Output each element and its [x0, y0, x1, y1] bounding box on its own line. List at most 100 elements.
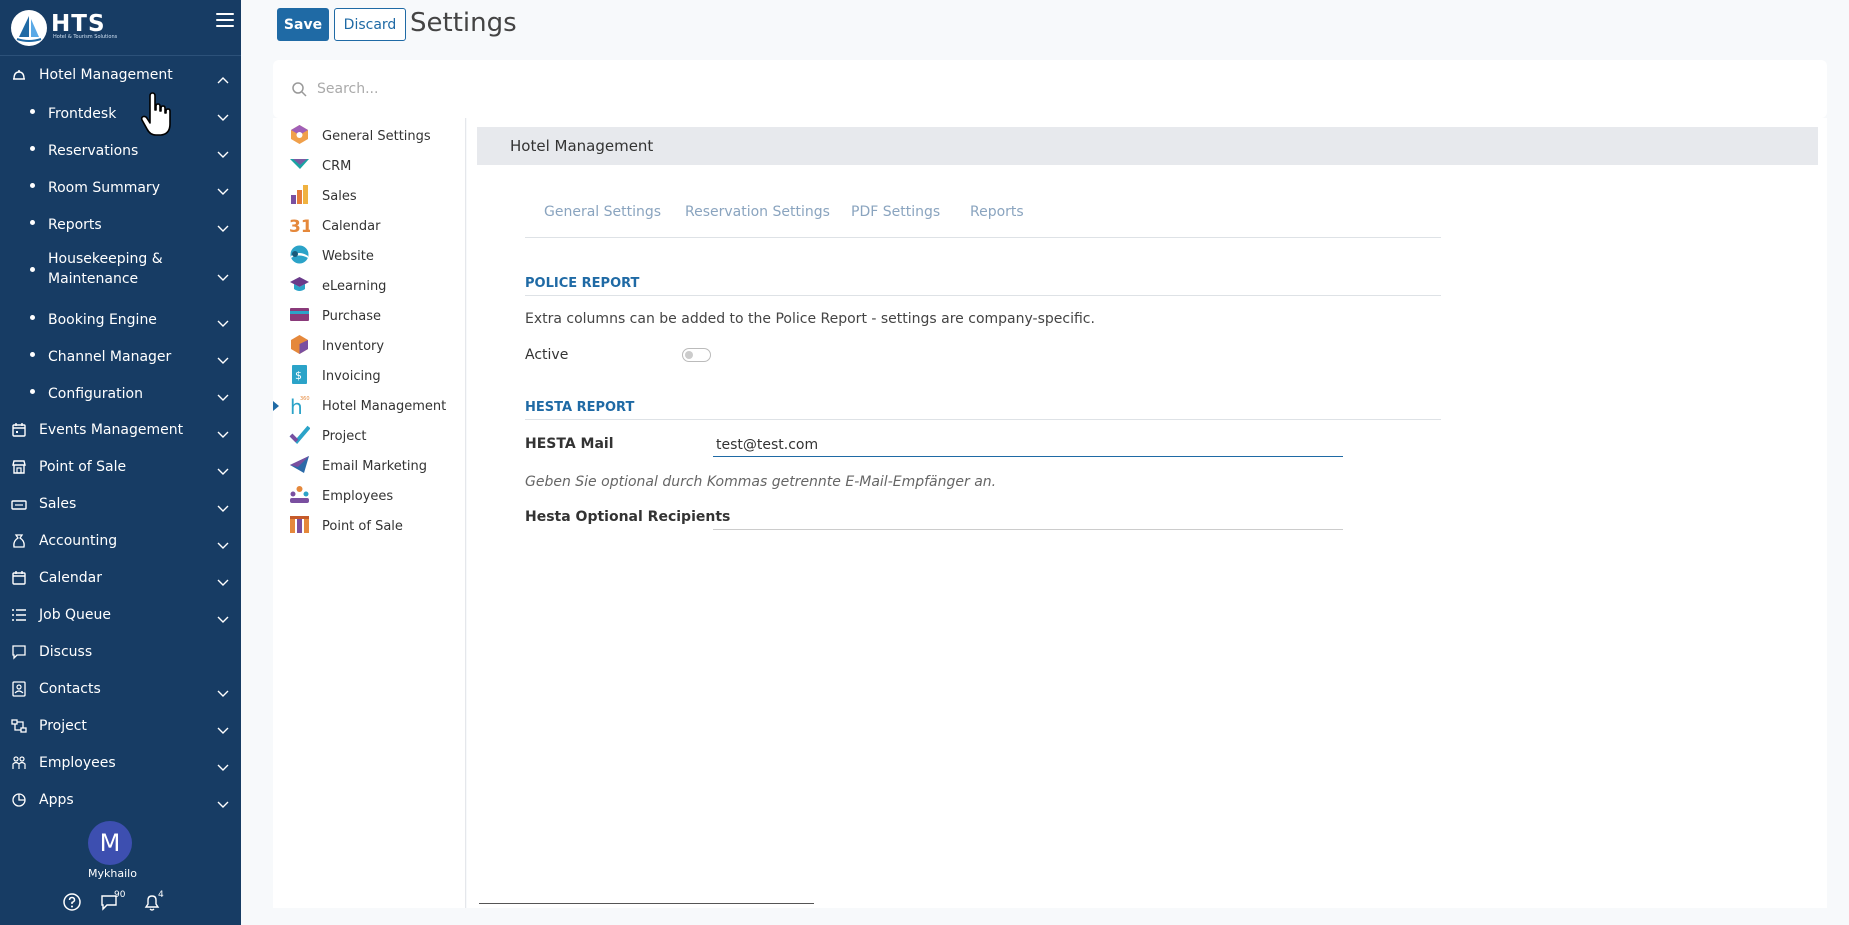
hesta-hint: Geben Sie optional durch Kommas getrennt…: [525, 474, 997, 490]
app-item-email-marketing[interactable]: Email Marketing: [273, 451, 466, 481]
sidebar-item-hotel-management[interactable]: Hotel Management: [0, 57, 241, 93]
bullet-icon: [30, 389, 35, 394]
chevron-down-icon: [217, 313, 229, 327]
purchase-icon: [289, 304, 310, 325]
sidebar-subitem-label: Configuration: [48, 386, 143, 402]
bullet-icon: [30, 315, 35, 320]
sidebar-item-sales[interactable]: Sales: [0, 486, 241, 522]
app-item-point-of-sale[interactable]: Point of Sale: [273, 511, 466, 541]
app-item-label: Point of Sale: [322, 519, 403, 534]
avatar[interactable]: M: [88, 821, 132, 865]
sidebar-item-job-queue[interactable]: Job Queue: [0, 597, 241, 633]
sidebar-item-employees[interactable]: Employees: [0, 745, 241, 781]
app-item-label: General Settings: [322, 129, 431, 144]
sidebar-subitem-label: Reports: [48, 217, 102, 233]
bullet-icon: [30, 183, 35, 188]
project-icon: [11, 718, 27, 734]
sidebar-item-point-of-sale[interactable]: Point of Sale: [0, 449, 241, 485]
tab-reservation-settings[interactable]: Reservation Settings: [685, 204, 830, 220]
sidebar-subitem-booking-engine[interactable]: Booking Engine: [0, 300, 241, 336]
app-item-label: Employees: [322, 489, 394, 504]
app-item-general-settings[interactable]: General Settings: [273, 121, 466, 151]
sidebar-item-label: Apps: [39, 792, 74, 808]
chevron-down-icon: [217, 609, 229, 623]
sidebar-item-apps[interactable]: Apps: [0, 782, 241, 818]
page-title: Settings: [410, 8, 517, 38]
discard-button[interactable]: Discard: [334, 8, 406, 41]
employees-icon: [11, 755, 27, 771]
chevron-down-icon: [217, 218, 229, 232]
search-input[interactable]: [317, 78, 917, 100]
active-label: Active: [525, 347, 569, 363]
sidebar-subitem-label: Frontdesk: [48, 106, 117, 122]
chevron-down-icon: [217, 535, 229, 549]
sidebar-item-project[interactable]: Project: [0, 708, 241, 744]
calendar-event-icon: [11, 422, 27, 438]
app-item-employees[interactable]: Employees: [273, 481, 466, 511]
sidebar-subitem-frontdesk[interactable]: Frontdesk: [0, 94, 241, 130]
bottom-icons: 90 4: [62, 890, 182, 914]
police-report-description: Extra columns can be added to the Police…: [525, 311, 1095, 327]
tab-reports[interactable]: Reports: [970, 204, 1024, 220]
chevron-down-icon: [217, 794, 229, 808]
sidebar-subitem-housekeeping[interactable]: Housekeeping & Maintenance: [0, 245, 241, 295]
help-icon[interactable]: [62, 892, 82, 912]
sidebar-subitem-room-summary[interactable]: Room Summary: [0, 168, 241, 204]
menu-toggle-icon[interactable]: [216, 13, 234, 29]
svg-text:360: 360: [300, 396, 310, 402]
app-item-label: Purchase: [322, 309, 382, 324]
app-item-crm[interactable]: CRM: [273, 151, 466, 181]
app-item-label: Hotel Management: [322, 399, 447, 414]
chat-icon: [11, 644, 27, 660]
app-item-invoicing[interactable]: $ Invoicing: [273, 361, 466, 391]
app-item-website[interactable]: Website: [273, 241, 466, 271]
tab-pdf-settings[interactable]: PDF Settings: [851, 204, 940, 220]
app-item-project[interactable]: Project: [273, 421, 466, 451]
calendar-icon: [11, 570, 27, 586]
app-item-label: Website: [322, 249, 374, 264]
hotel-management-icon: h 360: [289, 394, 310, 419]
sidebar-subitem-label: Room Summary: [48, 180, 160, 196]
app-item-elearning[interactable]: eLearning: [273, 271, 466, 301]
footer-divider: [479, 903, 814, 904]
sidebar-item-events-management[interactable]: Events Management: [0, 412, 241, 448]
active-toggle[interactable]: [682, 348, 711, 362]
chevron-down-icon: [217, 461, 229, 475]
app-item-inventory[interactable]: Inventory: [273, 331, 466, 361]
hesta-recipients-input[interactable]: [713, 506, 1343, 530]
user-name[interactable]: Mykhailo: [0, 867, 225, 880]
project-app-icon: [289, 424, 311, 445]
sidebar-item-label: Calendar: [39, 570, 102, 586]
sidebar-item-calendar[interactable]: Calendar: [0, 560, 241, 596]
app-item-hotel-management[interactable]: h 360 Hotel Management: [273, 391, 466, 421]
chevron-up-icon: [217, 69, 229, 84]
crm-icon: [289, 154, 310, 175]
sidebar-item-discuss[interactable]: Discuss: [0, 634, 241, 670]
app-item-sales[interactable]: Sales: [273, 181, 466, 211]
sidebar-item-label: Job Queue: [39, 607, 112, 623]
pos-app-icon: [289, 514, 310, 535]
app-item-calendar[interactable]: 31 Calendar: [273, 211, 466, 241]
hesta-mail-input[interactable]: [713, 433, 1343, 457]
save-button[interactable]: Save: [277, 8, 329, 41]
sidebar-item-label: Employees: [39, 755, 116, 771]
sidebar-subitem-reports[interactable]: Reports: [0, 205, 241, 241]
notifications-badge: 4: [158, 890, 164, 900]
tab-general-settings[interactable]: General Settings: [544, 204, 661, 220]
sidebar-subitem-channel-manager[interactable]: Channel Manager: [0, 337, 241, 373]
logo-row: HTS Hotel & Tourism Solutions: [0, 0, 241, 56]
sailboat-logo-icon: [16, 16, 42, 42]
app-item-purchase[interactable]: Purchase: [273, 301, 466, 331]
chevron-down-icon: [217, 572, 229, 586]
sidebar-item-contacts[interactable]: Contacts: [0, 671, 241, 707]
email-marketing-icon: [289, 454, 310, 475]
chevron-down-icon: [217, 144, 229, 158]
chevron-down-icon: [217, 350, 229, 364]
search-icon: [291, 81, 307, 97]
sidebar-subitem-configuration[interactable]: Configuration: [0, 374, 241, 410]
hesta-mail-label: HESTA Mail: [525, 436, 614, 452]
general-settings-icon: [289, 124, 310, 145]
sidebar-subitem-reservations[interactable]: Reservations: [0, 131, 241, 167]
sidebar-item-accounting[interactable]: Accounting: [0, 523, 241, 559]
brand-logo[interactable]: [11, 10, 47, 46]
